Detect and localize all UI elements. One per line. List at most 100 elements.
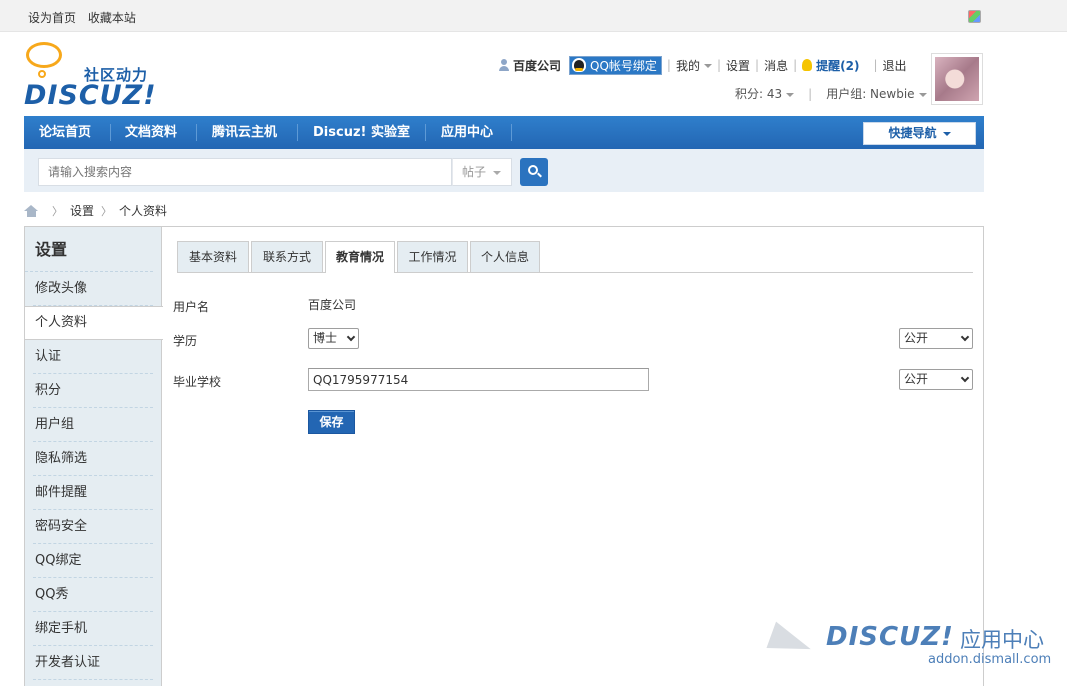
credits-menu[interactable]: 积分: 43 (735, 85, 795, 102)
search-icon-handle (537, 172, 542, 178)
group-menu[interactable]: 用户组: Newbie (826, 85, 927, 102)
my-menu[interactable]: 我的 (676, 57, 712, 74)
chevron-down-icon (346, 332, 356, 342)
chevron-down-icon (960, 373, 970, 383)
nav-item-tencent-cloud[interactable]: 腾讯云主机 (212, 116, 277, 149)
dismall-watermark: DISCUZ! 应用中心 addon.dismall.com (766, 620, 1060, 680)
nav-item-forum-home[interactable]: 论坛首页 (39, 116, 91, 149)
school-privacy-select[interactable]: 公开 (899, 369, 973, 390)
avatar[interactable] (931, 53, 983, 105)
avatar-image (935, 57, 979, 101)
school-label: 毕业学校 (173, 375, 222, 389)
tab-contact[interactable]: 联系方式 (251, 241, 323, 272)
settings-link[interactable]: 设置 (726, 57, 750, 74)
separator: | (808, 86, 813, 101)
sidebar-item-avatar[interactable]: 修改头像 (25, 272, 161, 306)
tab-basic[interactable]: 基本资料 (177, 241, 249, 272)
style-switch-icon[interactable] (968, 10, 981, 23)
chevron-down-icon (786, 92, 795, 97)
logo-bubble-icon (26, 42, 62, 68)
top-links: 设为首页 收藏本站 (28, 9, 144, 26)
degree-select-value: 博士 (313, 331, 338, 345)
sidebar-item-qq-bind[interactable]: QQ绑定 (25, 544, 161, 578)
separator: | (666, 58, 671, 72)
qq-bind-label: QQ帐号绑定 (590, 58, 657, 73)
sidebar-item-password[interactable]: 密码安全 (25, 510, 161, 544)
nav-item-docs[interactable]: 文档资料 (125, 116, 177, 149)
sidebar-item-credits[interactable]: 积分 (25, 374, 161, 408)
sidebar-item-email-remind[interactable]: 邮件提醒 (25, 476, 161, 510)
profile-tabs: 基本资料 联系方式 教育情况 工作情况 个人信息 (177, 241, 973, 273)
degree-privacy-select[interactable]: 公开 (899, 328, 973, 349)
username-label: 用户名 (173, 300, 210, 314)
nav-divider (196, 124, 197, 141)
messages-link[interactable]: 消息 (764, 57, 788, 74)
chevron-down-icon (918, 92, 927, 97)
set-homepage-link[interactable]: 设为首页 (28, 11, 76, 25)
breadcrumb-profile[interactable]: 个人资料 (119, 202, 167, 219)
home-icon[interactable] (24, 204, 39, 217)
nav-item-discuz-lab[interactable]: Discuz! 实验室 (313, 116, 410, 149)
quick-nav-button[interactable]: 快捷导航 (863, 122, 976, 145)
nav-divider (110, 124, 111, 141)
remind-link[interactable]: 提醒(2) (816, 57, 859, 74)
my-menu-label: 我的 (675, 58, 700, 73)
user-icon (498, 59, 510, 71)
separator: | (755, 58, 760, 72)
username-value: 百度公司 (308, 298, 357, 312)
sidebar-item-qq-show[interactable]: QQ秀 (25, 578, 161, 612)
sidebar-item-bind-phone[interactable]: 绑定手机 (25, 612, 161, 646)
watermark-url: addon.dismall.com (928, 652, 1052, 667)
sidebar-title: 设置 (25, 227, 153, 272)
separator: | (716, 58, 722, 72)
quick-nav-label: 快捷导航 (888, 126, 937, 140)
profile-content: 基本资料 联系方式 教育情况 工作情况 个人信息 用户名 百度公司 学历 博士 … (173, 241, 973, 434)
logout-link[interactable]: 退出 (883, 57, 907, 74)
sidebar-item-profile[interactable]: 个人资料 (25, 306, 163, 340)
logo-en-text: DISCUZ! (24, 80, 157, 111)
sidebar-item-usergroup[interactable]: 用户组 (25, 408, 161, 442)
sidebar-item-privacy[interactable]: 隐私筛选 (25, 442, 161, 476)
search-bar: 帖子 (24, 149, 984, 192)
group-label: 用户组: Newbie (826, 87, 915, 101)
degree-select[interactable]: 博士 (308, 328, 359, 349)
save-button[interactable]: 保存 (308, 410, 355, 434)
nav-divider (425, 124, 426, 141)
breadcrumb-settings[interactable]: 设置 (70, 202, 94, 219)
nav-divider (297, 124, 298, 141)
top-utility-bar: 设为首页 收藏本站 (0, 0, 1067, 32)
main-nav: 论坛首页 文档资料 腾讯云主机 Discuz! 实验室 应用中心 快捷导航 (24, 116, 984, 149)
qq-bind-button[interactable]: QQ帐号绑定 (569, 55, 662, 75)
site-logo[interactable]: 社区动力 DISCUZ! (24, 42, 164, 111)
credits-label: 积分: 43 (735, 87, 783, 101)
search-button[interactable] (520, 158, 548, 186)
breadcrumb: 〉 设置 〉 个人资料 (24, 202, 167, 219)
nav-item-app-center[interactable]: 应用中心 (441, 116, 493, 149)
chevron-down-icon (703, 64, 712, 68)
nav-divider (511, 124, 512, 141)
tab-education[interactable]: 教育情况 (325, 241, 395, 273)
qq-penguin-icon (572, 58, 587, 72)
search-type-label: 帖子 (462, 165, 487, 179)
watermark-cn: 应用中心 (960, 628, 1044, 652)
school-privacy-value: 公开 (904, 372, 929, 386)
degree-label: 学历 (173, 334, 198, 348)
sidebar-item-verify[interactable]: 认证 (25, 340, 161, 374)
separator: | (873, 58, 878, 72)
sidebar-item-developer[interactable]: 开发者认证 (25, 646, 161, 680)
user-bar: 百度公司 QQ帐号绑定 | 我的 | 设置 | 消息 | 提醒(2) | 退出 (498, 55, 907, 75)
school-input[interactable] (308, 368, 649, 391)
bookmark-link[interactable]: 收藏本站 (88, 11, 136, 25)
watermark-logo: DISCUZ! (826, 622, 954, 652)
search-type-select[interactable]: 帖子 (452, 158, 512, 186)
username-link[interactable]: 百度公司 (513, 57, 561, 74)
cursor-arrow-icon (766, 621, 816, 663)
tab-work[interactable]: 工作情况 (397, 241, 468, 272)
caret-down-icon (942, 131, 951, 136)
bulb-icon (802, 59, 813, 71)
search-input[interactable] (38, 158, 452, 186)
tab-personal[interactable]: 个人信息 (470, 241, 540, 272)
separator: | (793, 58, 798, 72)
breadcrumb-separator: 〉 (101, 204, 113, 218)
settings-sidebar: 设置 修改头像 个人资料 认证 积分 用户组 隐私筛选 邮件提醒 密码安全 QQ… (25, 227, 163, 686)
